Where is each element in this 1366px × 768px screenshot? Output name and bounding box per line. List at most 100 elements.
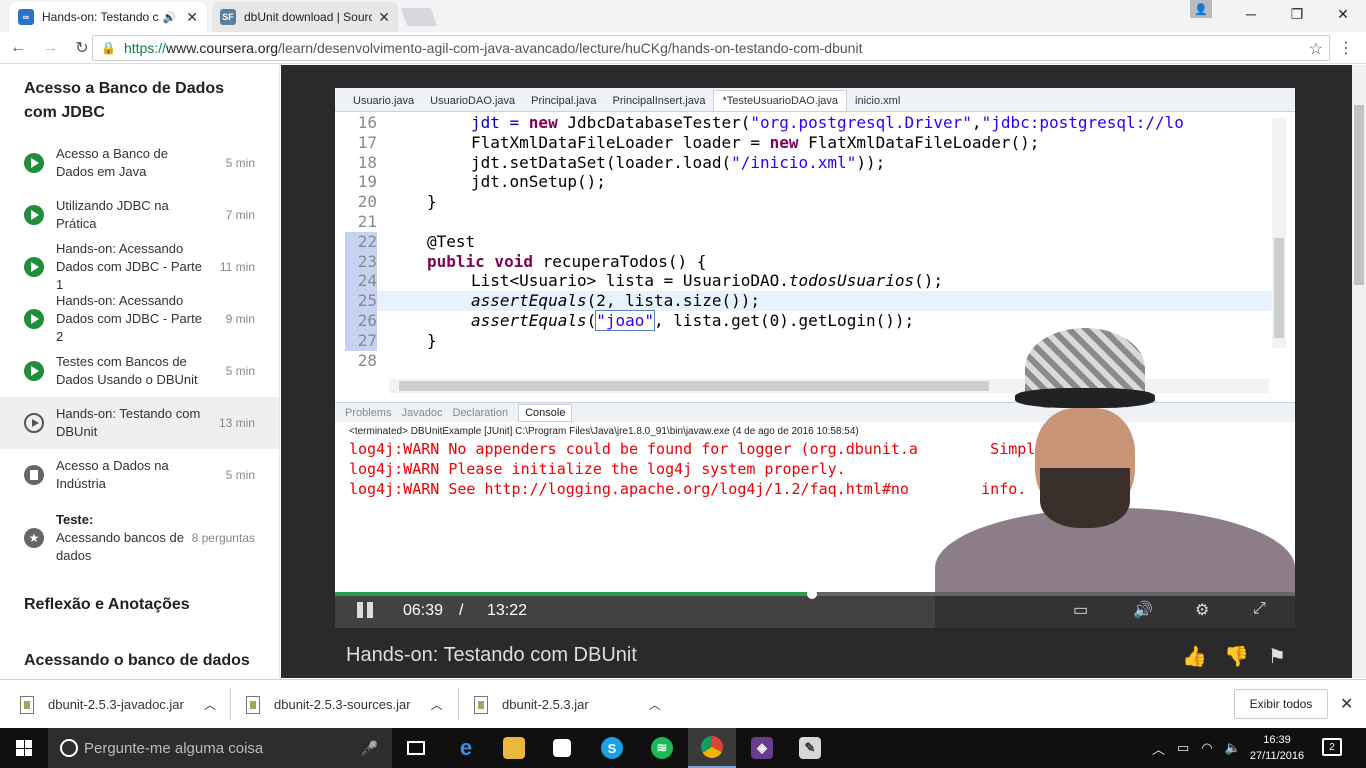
chevron-up-icon[interactable]: ︿ (1152, 739, 1165, 758)
sidebar-item-current-lesson[interactable]: Hands-on: Testando com DBUnit 13 min (0, 397, 279, 449)
download-item[interactable]: dbunit-2.5.3-javadoc.jar ︿ (20, 680, 216, 729)
new-tab-button[interactable] (400, 8, 438, 26)
sidebar-item-lesson[interactable]: Hands-on: Acessando Dados com JDBC - Par… (0, 293, 279, 345)
minimize-icon[interactable]: ─ (1228, 0, 1274, 28)
quiz-star-icon: ★ (24, 528, 44, 548)
sourceforge-icon: SF (220, 9, 236, 25)
chrome-icon[interactable] (688, 728, 736, 768)
close-tab-icon[interactable]: ✕ (186, 9, 198, 26)
code-text: assertEquals (471, 291, 587, 311)
back-icon[interactable]: ← (4, 39, 32, 57)
line-number: 18 (357, 152, 377, 172)
windows-logo-icon (16, 740, 32, 756)
sidebar-item-lesson[interactable]: Acesso a Banco de Dados em Java 5 min (0, 137, 279, 189)
total-time: 13:22 (487, 602, 528, 619)
quiz-type: Teste: (56, 512, 94, 527)
taskbar-clock[interactable]: 16:39 27/11/2016 (1244, 732, 1310, 764)
url-scheme: https:// (123, 40, 166, 56)
bookmark-star-icon[interactable]: ☆ (1309, 39, 1323, 59)
edge-icon[interactable]: e (442, 728, 490, 768)
subtitles-icon[interactable]: ▭ (1073, 600, 1088, 620)
editor-tab: Usuario.java (353, 95, 415, 107)
code-string: "/inicio.xml" (731, 152, 857, 172)
line-number: 27 (345, 330, 377, 351)
tab-coursera[interactable]: ∞ Hands-on: Testando c 🔊 ✕ (10, 2, 206, 32)
sidebar-item-lesson[interactable]: Utilizando JDBC na Prática 7 min (0, 189, 279, 241)
tab-title: Hands-on: Testando c (42, 10, 159, 24)
jar-file-icon (246, 695, 260, 714)
flag-icon[interactable]: ⚑ (1268, 644, 1286, 669)
chevron-up-icon[interactable]: ︿ (204, 696, 216, 713)
video-progress-bar[interactable] (335, 589, 1295, 599)
thumbs-up-icon[interactable]: 👍 (1182, 644, 1207, 669)
wifi-icon[interactable]: ◠ (1201, 740, 1212, 756)
browser-menu-icon[interactable]: ⋮ (1338, 38, 1354, 58)
spotify-icon[interactable]: ≋ (638, 728, 686, 768)
code-string: "jdbc:postgresql://lo (981, 113, 1184, 132)
sidebar-item-lesson[interactable]: Testes com Bancos de Dados Usando o DBUn… (0, 345, 279, 397)
tab-sourceforge[interactable]: SF dbUnit download | Sourc ✕ (212, 2, 398, 32)
play-video-icon (24, 413, 44, 433)
scrollbar-thumb[interactable] (1354, 105, 1364, 285)
volume-icon[interactable]: 🔊 (1133, 600, 1153, 620)
action-center-icon[interactable]: 2 (1322, 738, 1342, 756)
code-text: FlatXmlDataFileLoader loader = (471, 132, 770, 152)
divider (458, 688, 459, 720)
lesson-title: Utilizando JDBC na Prática (56, 198, 169, 231)
page-scrollbar[interactable] (1352, 65, 1366, 678)
module-heading[interactable]: Reflexão e Anotações (0, 581, 279, 629)
volume-icon[interactable]: 🔈 (1225, 740, 1241, 756)
line-number: 26 (345, 310, 377, 331)
skype-icon[interactable]: S (588, 728, 636, 768)
line-number: 23 (345, 251, 377, 272)
divider (230, 688, 231, 720)
store-icon[interactable] (538, 728, 586, 768)
lesson-duration: 5 min (225, 156, 255, 170)
forward-icon[interactable]: → (36, 39, 64, 57)
speaker-icon[interactable]: 🔊 (163, 11, 177, 24)
close-tab-icon[interactable]: ✕ (378, 9, 390, 26)
chevron-up-icon[interactable]: ︿ (649, 696, 661, 713)
line-number: 21 (357, 211, 377, 231)
chevron-up-icon[interactable]: ︿ (431, 696, 443, 713)
completed-video-icon (24, 205, 44, 225)
download-filename: dbunit-2.5.3-sources.jar (274, 697, 411, 712)
code-text: } (427, 330, 437, 350)
address-bar[interactable]: 🔒 https://www.coursera.org/learn/desenvo… (92, 35, 1330, 61)
download-item[interactable]: dbunit-2.5.3-sources.jar ︿ (246, 680, 443, 729)
battery-icon[interactable]: ▭ (1177, 740, 1189, 756)
pause-button[interactable] (357, 602, 373, 618)
fullscreen-icon[interactable]: ⤢ (1253, 600, 1266, 618)
line-number: 24 (345, 271, 377, 292)
video-player[interactable]: Usuario.java UsuarioDAO.java Principal.j… (335, 88, 1295, 628)
browser-tab-strip: ∞ Hands-on: Testando c 🔊 ✕ SF dbUnit dow… (0, 0, 1366, 32)
settings-gear-icon[interactable]: ⚙ (1195, 600, 1209, 620)
code-text: FlatXmlDataFileLoader(); (798, 132, 1040, 152)
game-app-icon[interactable]: ◈ (738, 728, 786, 768)
line-number: 19 (357, 172, 377, 192)
close-window-icon[interactable]: ✕ (1320, 0, 1366, 28)
start-button[interactable] (0, 728, 48, 768)
sidebar-item-quiz[interactable]: ★ Teste: Acessando bancos de dados 8 perg… (0, 501, 279, 575)
file-explorer-icon[interactable] (490, 728, 538, 768)
presenter-beard (1040, 468, 1130, 528)
cortana-search-box[interactable]: Pergunte-me alguma coisa 🎤 (48, 728, 392, 768)
code-string: "org.postgresql.Driver" (750, 113, 972, 132)
task-view-icon[interactable] (392, 728, 440, 768)
line-number: 25 (345, 291, 377, 311)
lesson-title: Acesso a Dados na Indústria (56, 458, 169, 491)
restore-icon[interactable]: ❐ (1274, 0, 1320, 28)
module-heading[interactable]: Acessando o banco de dados (0, 637, 279, 678)
lesson-duration: 13 min (218, 416, 255, 430)
user-profile-icon[interactable]: 👤 (1190, 0, 1212, 18)
microphone-icon[interactable]: 🎤 (361, 740, 378, 757)
download-item[interactable]: dbunit-2.5.3.jar ︿ (474, 680, 661, 729)
console-line: log4j:WARN See http://logging.apache.org… (349, 480, 1027, 498)
sidebar-item-reading[interactable]: Acesso a Dados na Indústria 5 min (0, 449, 279, 501)
close-downloads-icon[interactable]: ✕ (1340, 694, 1353, 714)
sidebar-item-lesson[interactable]: Hands-on: Acessando Dados com JDBC - Par… (0, 241, 279, 293)
completed-video-icon (24, 361, 44, 381)
paint-app-icon[interactable]: ✎ (786, 728, 834, 768)
show-all-downloads-button[interactable]: Exibir todos (1234, 689, 1328, 719)
thumbs-down-icon[interactable]: 👎 (1224, 644, 1249, 669)
